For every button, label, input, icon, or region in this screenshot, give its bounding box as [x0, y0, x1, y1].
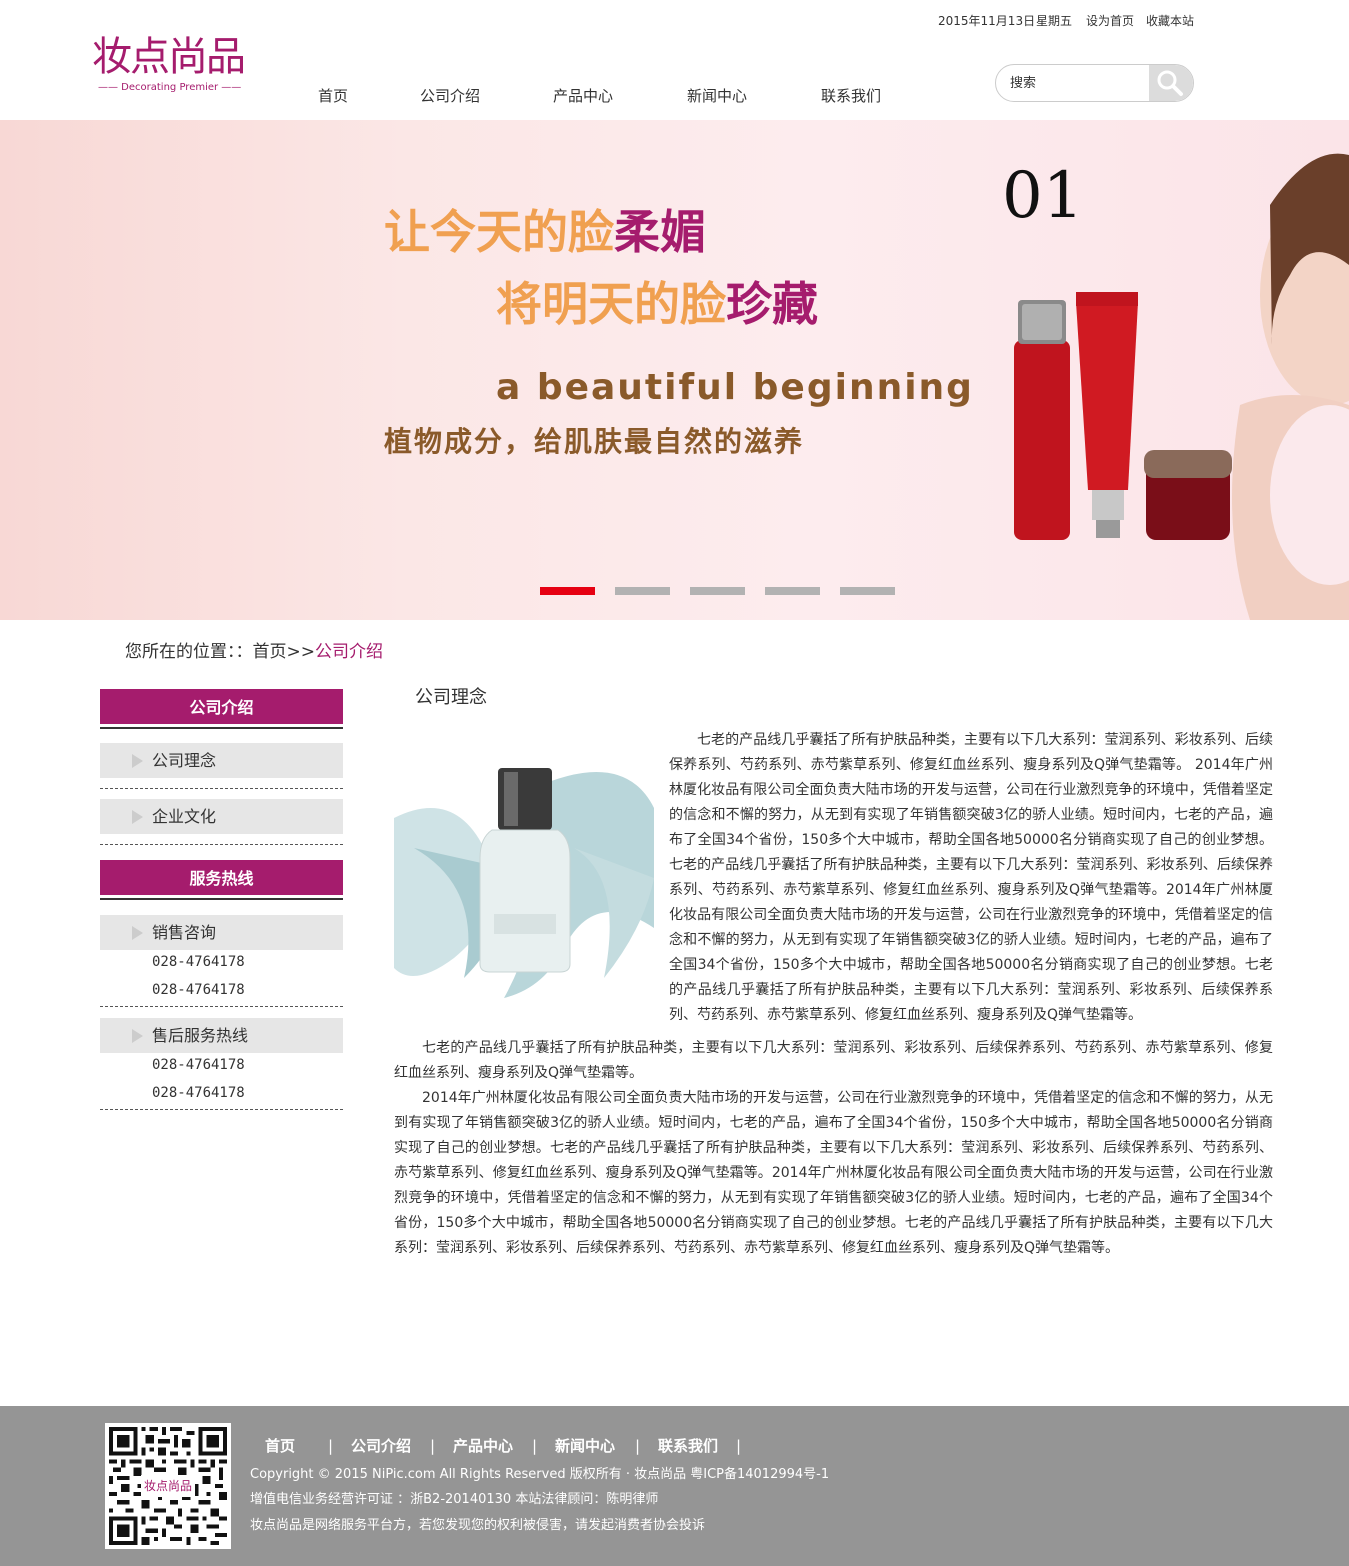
divider	[100, 788, 343, 789]
logo-text: 妆点尚品	[92, 34, 246, 80]
triangle-right-icon	[132, 810, 143, 824]
banner-headline-2-highlight: 珍藏	[726, 277, 818, 331]
bookmark-link[interactable]: 收藏本站	[1146, 13, 1194, 29]
slide-indicator-5[interactable]	[840, 587, 895, 595]
page-title: 公司理念	[415, 687, 487, 708]
footer-nav-home[interactable]: 首页	[265, 1436, 295, 1456]
current-date: 2015年11月13日	[938, 14, 1036, 28]
site-footer: 妆点尚品 首页 | 公司介绍 | 产品中心 | 新闻中心 | 联系我们 | Co…	[0, 1406, 1349, 1566]
set-home-link[interactable]: 设为首页	[1086, 13, 1134, 29]
search-button[interactable]	[1149, 65, 1193, 101]
qr-logo: 妆点尚品	[141, 1475, 195, 1497]
search-input[interactable]	[996, 65, 1151, 101]
sidebar-item-culture[interactable]: 企业文化	[100, 799, 343, 834]
breadcrumb-current[interactable]: 公司介绍	[315, 642, 383, 662]
aftersales-phone-2: 028-4764178	[152, 1085, 245, 1101]
sidebar-heading-hotline: 服务热线	[100, 860, 343, 898]
footer-license: 增值电信业务经营许可证 ：浙B2-20140130 本站法律顾问：陈明律师	[250, 1492, 659, 1507]
sales-phone-2: 028-4764178	[152, 982, 245, 998]
divider	[100, 1006, 343, 1007]
search-box	[995, 64, 1194, 102]
content-paragraph-1: 七老的产品线几乎囊括了所有护肤品种类，主要有以下几大系列：莹润系列、彩妆系列、后…	[669, 732, 1273, 1023]
banner-product-image	[1014, 292, 1232, 540]
content-paragraph-2: 七老的产品线几乎囊括了所有护肤品种类，主要有以下几大系列：莹润系列、彩妆系列、后…	[394, 1040, 1273, 1081]
slide-indicator-2[interactable]	[615, 587, 670, 595]
hero-banner[interactable]: 01 让今天的脸柔媚 将明天的脸珍藏 a beautiful beginning…	[0, 120, 1349, 620]
banner-headline-2-text: 将明天的脸	[496, 277, 726, 331]
nav-products[interactable]: 产品中心	[553, 86, 613, 106]
sidebar-item-label: 公司理念	[152, 751, 217, 770]
current-weekday: 星期五	[1036, 14, 1073, 28]
content-paragraph-3: 2014年广州林厦化妆品有限公司全面负责大陆市场的开发与运营，公司在行业激烈竞争…	[394, 1090, 1273, 1256]
slide-number: 01	[1002, 159, 1084, 233]
banner-headline-1: 让今天的脸柔媚	[384, 200, 706, 264]
sales-phone-1: 028-4764178	[152, 954, 245, 970]
footer-notice: 妆点尚品是网络服务平台方，若您发现您的权利被侵害，请发起消费者协会投诉	[250, 1518, 706, 1533]
triangle-right-icon	[132, 926, 143, 940]
footer-separator: |	[736, 1437, 742, 1455]
slide-indicator-1[interactable]	[540, 587, 595, 595]
banner-model-image	[1232, 153, 1349, 620]
slide-indicator-3[interactable]	[690, 587, 745, 595]
triangle-right-icon	[132, 1029, 143, 1043]
aftersales-phone-1: 028-4764178	[152, 1057, 245, 1073]
nav-about[interactable]: 公司介绍	[420, 86, 480, 106]
slide-indicator-4[interactable]	[765, 587, 820, 595]
footer-separator: |	[635, 1437, 641, 1455]
banner-headline-2: 将明天的脸珍藏	[496, 272, 818, 336]
product-image	[394, 728, 654, 1018]
banner-tagline-en: a beautiful beginning	[496, 367, 974, 408]
sidebar-item-label: 企业文化	[152, 807, 217, 826]
nav-news[interactable]: 新闻中心	[687, 86, 747, 106]
footer-copyright: Copyright © 2015 NiPic.com All Rights Re…	[250, 1467, 830, 1482]
breadcrumb-prefix[interactable]: 您所在的位置：：首页>>	[125, 642, 315, 662]
sidebar-item-aftersales[interactable]: 售后服务热线	[100, 1018, 343, 1053]
footer-nav-products[interactable]: 产品中心	[453, 1436, 513, 1456]
sidebar-item-sales[interactable]: 销售咨询	[100, 915, 343, 950]
divider	[100, 844, 343, 845]
sidebar-item-label: 售后服务热线	[152, 1026, 249, 1045]
site-logo[interactable]: 妆点尚品 —— Decorating Premier ——	[92, 34, 246, 96]
triangle-right-icon	[132, 754, 143, 768]
banner-tagline-cn: 植物成分，给肌肤最自然的滋养	[384, 425, 805, 458]
divider	[100, 1109, 343, 1110]
nav-home[interactable]: 首页	[318, 86, 348, 106]
search-icon	[1157, 70, 1183, 96]
site-header: 妆点尚品 —— Decorating Premier —— 2015年11月13…	[0, 0, 1349, 120]
sidebar-item-label: 销售咨询	[152, 923, 217, 942]
sidebar-item-philosophy[interactable]: 公司理念	[100, 743, 343, 778]
banner-headline-1-text: 让今天的脸	[384, 205, 614, 259]
breadcrumb: 您所在的位置：：首页>>公司介绍	[125, 640, 383, 664]
qr-code-icon: 妆点尚品	[105, 1423, 231, 1549]
footer-nav-about[interactable]: 公司介绍	[351, 1436, 411, 1456]
footer-nav-contact[interactable]: 联系我们	[658, 1436, 718, 1456]
footer-separator: |	[532, 1437, 538, 1455]
footer-nav-news[interactable]: 新闻中心	[555, 1436, 615, 1456]
logo-subtitle: —— Decorating Premier ——	[98, 82, 242, 93]
banner-headline-1-highlight: 柔媚	[614, 205, 706, 259]
footer-separator: |	[328, 1437, 334, 1455]
nav-contact[interactable]: 联系我们	[821, 86, 881, 106]
footer-separator: |	[430, 1437, 436, 1455]
sidebar-heading-about: 公司介绍	[100, 689, 343, 727]
